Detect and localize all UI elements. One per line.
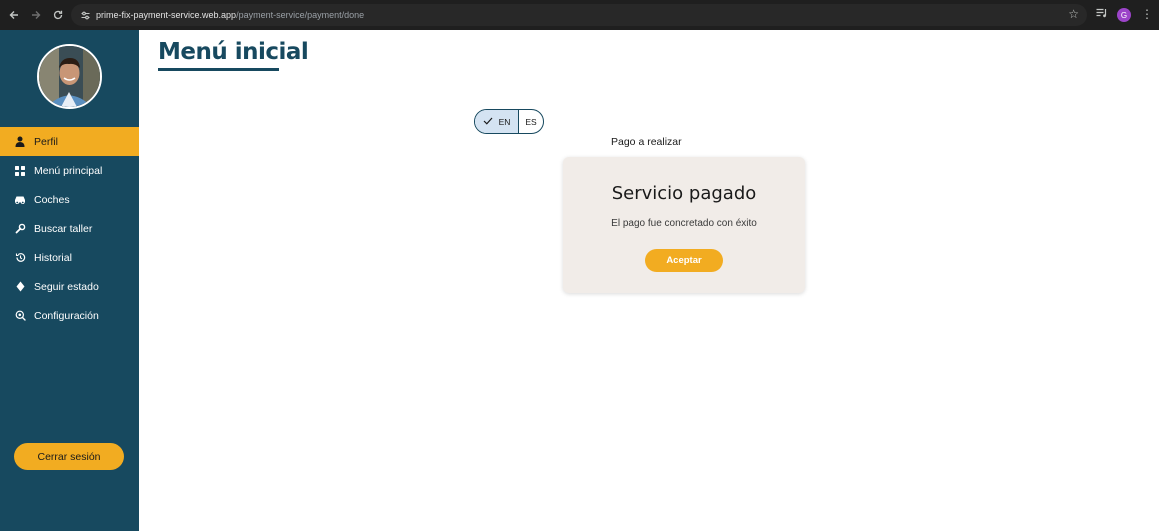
sidebar-item-menu-principal[interactable]: Menú principal <box>0 156 139 185</box>
sidebar-item-label: Historial <box>34 251 72 264</box>
sidebar-item-label: Buscar taller <box>34 222 93 235</box>
language-toggle: EN ES <box>474 109 544 134</box>
logout-button[interactable]: Cerrar sesión <box>14 443 124 470</box>
language-option-es[interactable]: ES <box>519 110 543 133</box>
sidebar-item-label: Perfil <box>34 135 58 148</box>
check-icon <box>483 117 493 127</box>
page-title: Menú inicial <box>158 39 309 65</box>
address-bar[interactable]: prime-fix-payment-service.web.app/paymen… <box>71 4 1087 26</box>
language-en-label: EN <box>498 116 511 127</box>
media-controls-icon[interactable] <box>1096 8 1108 21</box>
url-host: prime-fix-payment-service.web.app <box>96 10 237 20</box>
language-option-en[interactable]: EN <box>475 110 519 133</box>
sidebar-item-label: Menú principal <box>34 164 103 177</box>
back-icon[interactable] <box>3 4 25 26</box>
sidebar-item-label: Seguir estado <box>34 280 99 293</box>
accept-button[interactable]: Aceptar <box>645 249 723 272</box>
settings-search-icon <box>14 310 26 322</box>
history-icon <box>14 252 26 264</box>
grid-icon <box>14 165 26 177</box>
wrench-icon <box>14 223 26 235</box>
browser-toolbar: prime-fix-payment-service.web.app/paymen… <box>0 0 1159 30</box>
site-info-icon[interactable] <box>78 8 92 22</box>
reload-icon[interactable] <box>47 4 69 26</box>
sidebar-item-buscar-taller[interactable]: Buscar taller <box>0 214 139 243</box>
payment-label: Pago a realizar <box>611 136 682 148</box>
user-avatar <box>37 44 102 109</box>
car-icon <box>14 194 26 206</box>
sidebar-item-historial[interactable]: Historial <box>0 243 139 272</box>
bookmark-star-icon[interactable]: ☆ <box>1068 7 1079 21</box>
forward-icon[interactable] <box>25 4 47 26</box>
card-title: Servicio pagado <box>611 183 757 204</box>
sidebar-item-label: Configuración <box>34 309 99 322</box>
person-icon <box>14 136 26 148</box>
sidebar-item-configuracion[interactable]: Configuración <box>0 301 139 330</box>
sidebar-item-coches[interactable]: Coches <box>0 185 139 214</box>
sidebar-item-perfil[interactable]: Perfil <box>0 127 139 156</box>
language-es-label: ES <box>525 116 537 127</box>
diamond-icon <box>14 281 26 293</box>
card-message: El pago fue concretado con éxito <box>611 218 757 229</box>
payment-result-card: Servicio pagado El pago fue concretado c… <box>563 157 805 293</box>
sidebar: Perfil Menú principal Coches Buscar tall… <box>0 30 139 531</box>
profile-avatar[interactable]: G <box>1117 8 1131 22</box>
sidebar-item-seguir-estado[interactable]: Seguir estado <box>0 272 139 301</box>
sidebar-item-label: Coches <box>34 193 70 206</box>
url-path: /payment-service/payment/done <box>236 10 365 20</box>
title-underline <box>158 68 279 71</box>
browser-menu-icon[interactable]: ⋮ <box>1141 7 1153 21</box>
url-text: prime-fix-payment-service.web.app/paymen… <box>96 10 364 20</box>
